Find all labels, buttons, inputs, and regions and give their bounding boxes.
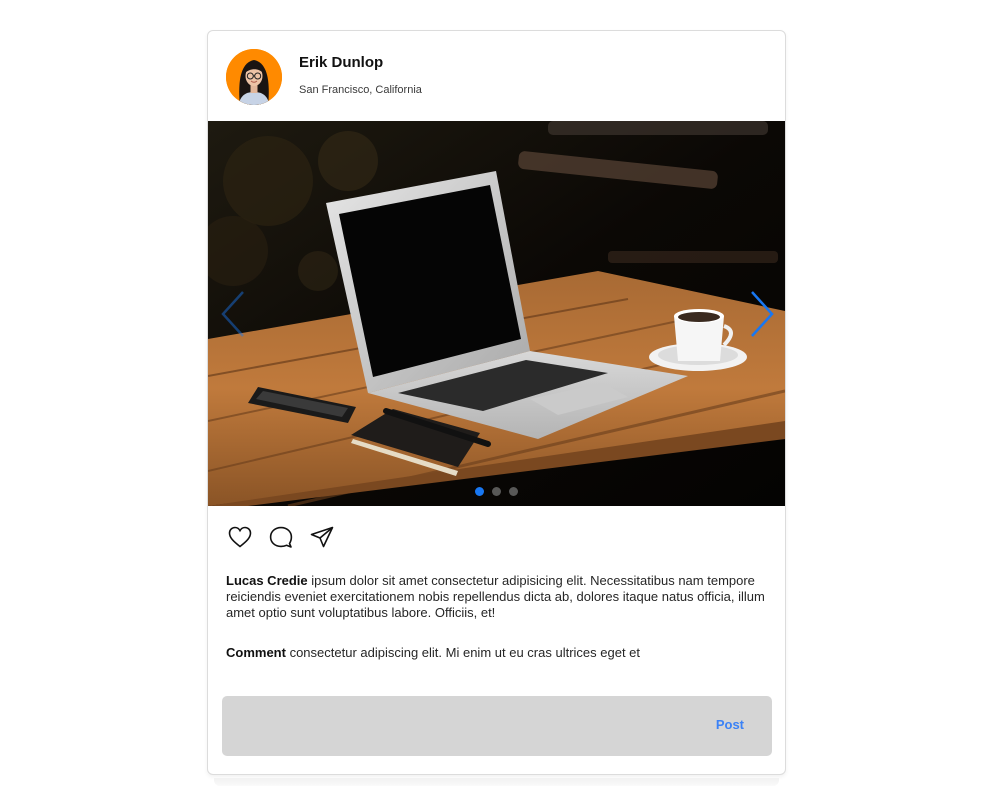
post-button[interactable]: Post: [716, 717, 744, 732]
carousel-dot-2[interactable]: [492, 487, 501, 496]
comment-text: consectetur adipiscing elit. Mi enim ut …: [285, 645, 641, 660]
prev-slide-button[interactable]: [218, 289, 248, 339]
avatar-portrait-icon: [226, 49, 282, 105]
post-actions: [226, 524, 335, 550]
share-button[interactable]: [308, 524, 335, 550]
comment-input-bar: Post: [222, 696, 772, 756]
post-comment: Comment consectetur adipiscing elit. Mi …: [226, 645, 771, 661]
carousel-dots: [208, 487, 785, 496]
comment-input[interactable]: [222, 696, 682, 756]
user-name[interactable]: Erik Dunlop: [299, 54, 383, 71]
comment-button[interactable]: [267, 524, 294, 550]
post-card: Erik Dunlop San Francisco, California Lu…: [207, 30, 786, 775]
carousel-dot-1[interactable]: [475, 487, 484, 496]
avatar[interactable]: [226, 49, 282, 105]
comment-author[interactable]: Comment: [226, 645, 286, 660]
paper-plane-icon: [310, 526, 333, 548]
speech-bubble-icon: [269, 526, 292, 548]
carousel-dot-3[interactable]: [509, 487, 518, 496]
like-button[interactable]: [226, 524, 253, 550]
post-photo: [208, 121, 785, 506]
chevron-left-icon: [221, 291, 244, 337]
next-slide-button[interactable]: [747, 289, 777, 339]
post-caption: Lucas Credie ipsum dolor sit amet consec…: [226, 573, 771, 621]
card-shadow: [214, 778, 779, 786]
caption-text: ipsum dolor sit amet consectetur adipisi…: [226, 573, 765, 620]
caption-author[interactable]: Lucas Credie: [226, 573, 308, 588]
user-location: San Francisco, California: [299, 84, 422, 96]
post-header: Erik Dunlop San Francisco, California: [208, 31, 785, 121]
image-carousel[interactable]: [208, 121, 785, 506]
chevron-right-icon: [751, 291, 774, 337]
heart-icon: [228, 526, 251, 548]
